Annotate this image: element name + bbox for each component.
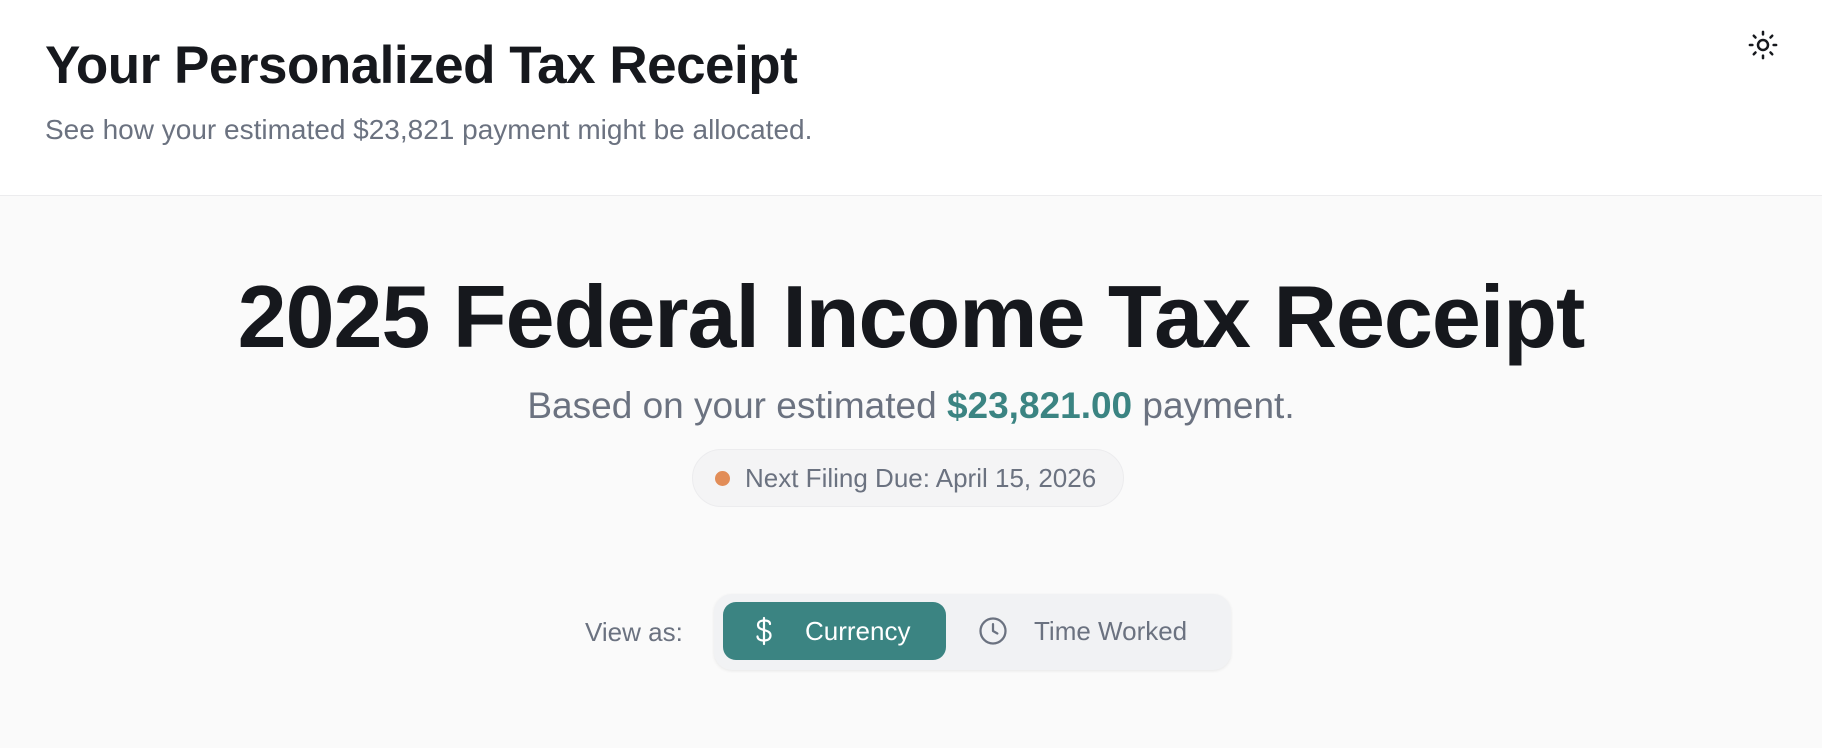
receipt-section: 2025 Federal Income Tax Receipt Based on… <box>0 197 1822 748</box>
sun-icon <box>1748 30 1778 60</box>
page-subtitle: See how your estimated $23,821 payment m… <box>45 114 813 145</box>
filing-due-badge: Next Filing Due: April 15, 2026 <box>692 449 1124 507</box>
view-time-worked-label: Time Worked <box>1034 616 1188 646</box>
receipt-title: 2025 Federal Income Tax Receipt <box>237 267 1586 366</box>
page-header: Your Personalized Tax Receipt See how yo… <box>0 0 1822 196</box>
payment-amount: $23,821.00 <box>946 385 1133 426</box>
view-mode-toggle: Currency Time Worked <box>714 594 1231 670</box>
clock-icon <box>978 616 1008 646</box>
view-as-label: View as: <box>585 617 683 647</box>
payment-summary: Based on your estimated $23,821.00 payme… <box>0 383 1822 429</box>
filing-due-label: Next Filing Due: April 15, 2026 <box>745 462 1097 493</box>
view-currency-button[interactable]: Currency <box>723 602 946 660</box>
payment-summary-suffix: payment. <box>1142 385 1295 426</box>
theme-toggle-button[interactable] <box>1746 28 1780 62</box>
page-title: Your Personalized Tax Receipt <box>45 36 798 95</box>
status-dot <box>715 470 730 486</box>
view-time-worked-button[interactable]: Time Worked <box>978 602 1218 660</box>
view-currency-label: Currency <box>805 616 911 646</box>
payment-summary-prefix: Based on your estimated <box>527 385 937 426</box>
dollar-icon <box>753 616 775 646</box>
